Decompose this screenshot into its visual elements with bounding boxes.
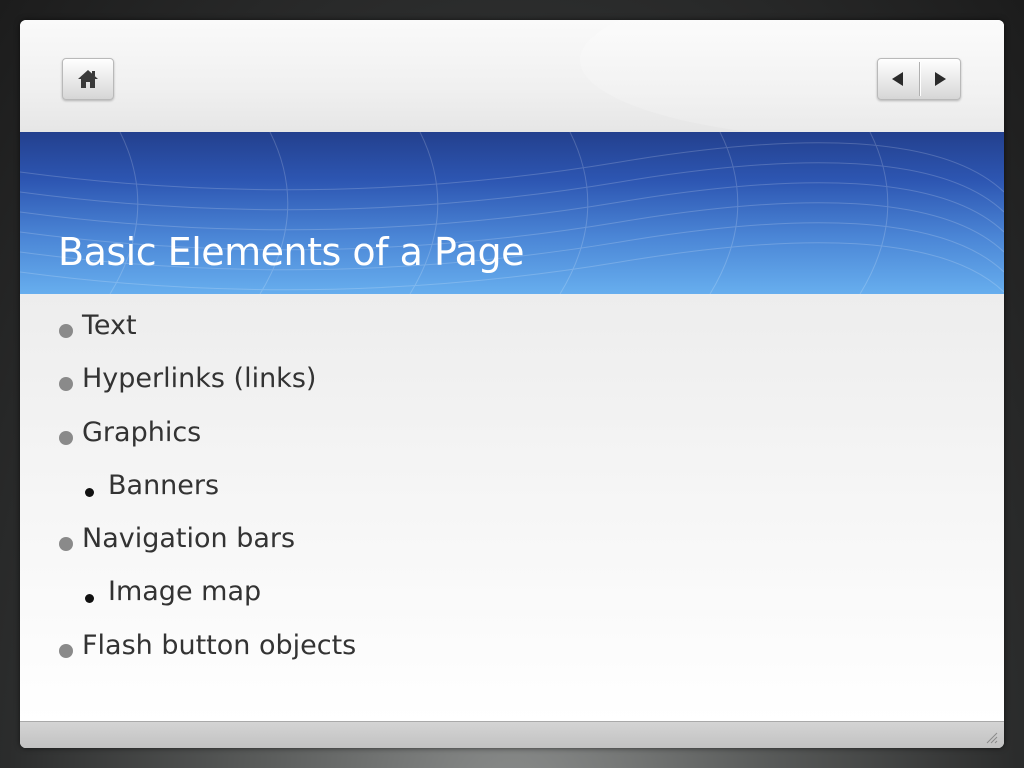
bullet-text: Graphics: [82, 416, 202, 448]
slide: Basic Elements of a Page Text Hyperlinks…: [20, 20, 1004, 748]
slide-title: Basic Elements of a Page: [58, 230, 524, 274]
triangle-left-icon: [892, 72, 904, 86]
bullet-dot: [59, 643, 73, 658]
home-icon: [78, 70, 98, 88]
bullet-text: Image map: [108, 576, 262, 608]
bullet-item: Hyperlinks (links): [56, 363, 356, 416]
bullet-item: Flash button objects: [56, 630, 356, 683]
bullet-item: Navigation bars: [56, 523, 356, 576]
sub-bullet-item: Banners: [56, 470, 356, 523]
bullet-item: Graphics: [56, 417, 356, 470]
next-slide-button[interactable]: [919, 59, 960, 99]
title-band: Basic Elements of a Page: [20, 132, 1004, 294]
resize-grip-icon[interactable]: [984, 730, 998, 744]
bullet-text: Banners: [108, 469, 220, 501]
sub-bullet-item: Image map: [56, 576, 356, 629]
bullet-text: Flash button objects: [82, 629, 357, 661]
bullet-dot: [59, 377, 73, 392]
sub-bullet-dot: [85, 594, 94, 604]
bullet-item: Text: [56, 310, 356, 363]
home-button[interactable]: [62, 58, 114, 100]
bullet-list: Text Hyperlinks (links) Graphics Banners…: [56, 310, 356, 683]
slide-header: [20, 20, 1004, 140]
bullet-dot: [59, 537, 73, 552]
slide-footer: [20, 721, 1004, 748]
bullet-text: Hyperlinks (links): [82, 363, 317, 395]
previous-slide-button[interactable]: [878, 59, 919, 99]
bullet-dot: [59, 430, 73, 445]
bullet-dot: [59, 324, 73, 338]
sub-bullet-dot: [85, 487, 94, 497]
slide-nav-buttons: [877, 58, 961, 100]
bullet-text: Navigation bars: [82, 523, 296, 555]
bullet-text: Text: [82, 310, 137, 341]
triangle-right-icon: [934, 72, 946, 86]
slide-content: Text Hyperlinks (links) Graphics Banners…: [20, 294, 1004, 722]
